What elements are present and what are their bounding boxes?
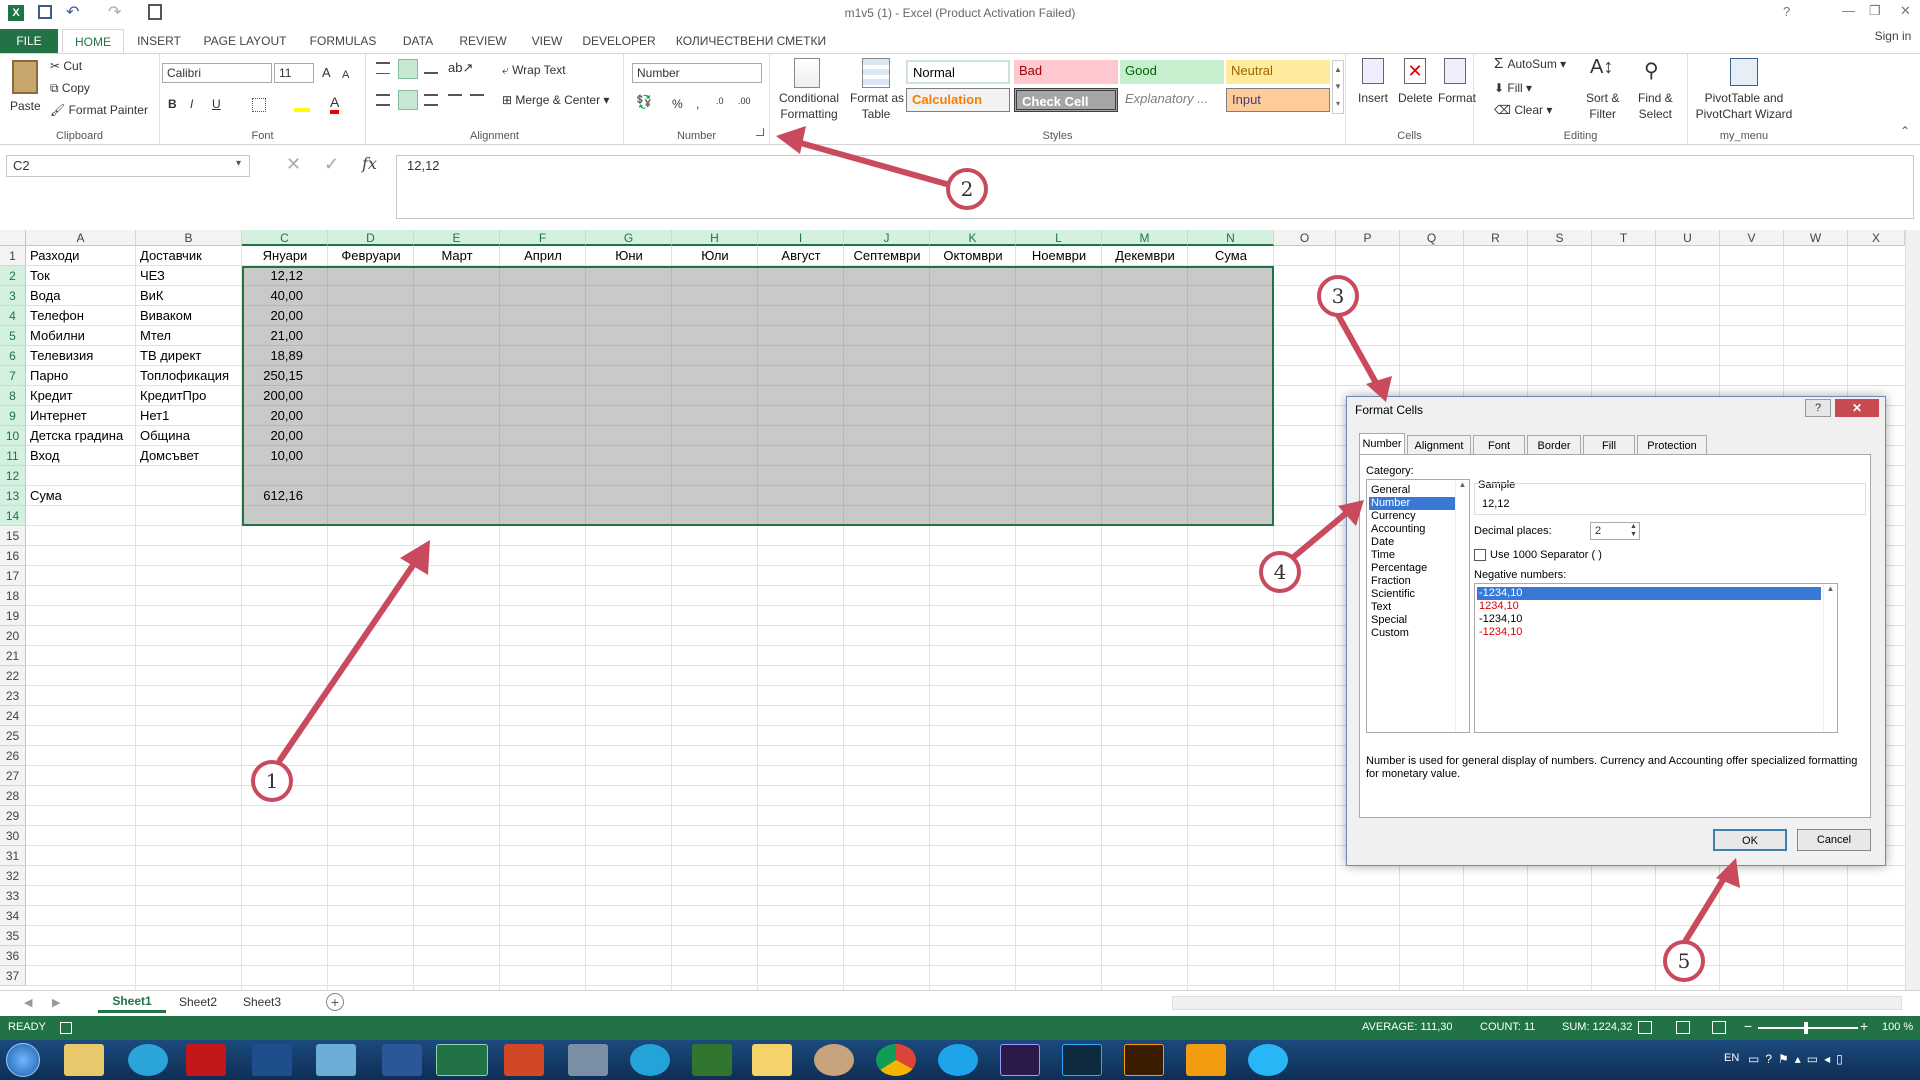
arrow-1-line xyxy=(277,552,423,763)
arrow-3-line xyxy=(1335,312,1383,393)
annotation-arrows xyxy=(277,126,1740,943)
annotation-badge-3: 3 xyxy=(1317,275,1359,317)
arrow-1-head xyxy=(400,540,430,575)
annotation-badge-5: 5 xyxy=(1663,940,1705,982)
arrow-2-head xyxy=(776,126,806,154)
annotation-badge-1: 1 xyxy=(251,760,293,802)
annotation-badge-2: 2 xyxy=(946,168,988,210)
arrow-4-line xyxy=(1287,507,1353,563)
annotation-badge-4: 4 xyxy=(1259,551,1301,593)
arrow-5-line xyxy=(1683,869,1731,943)
arrow-2-line xyxy=(787,137,953,188)
arrow-3-head xyxy=(1366,376,1392,402)
